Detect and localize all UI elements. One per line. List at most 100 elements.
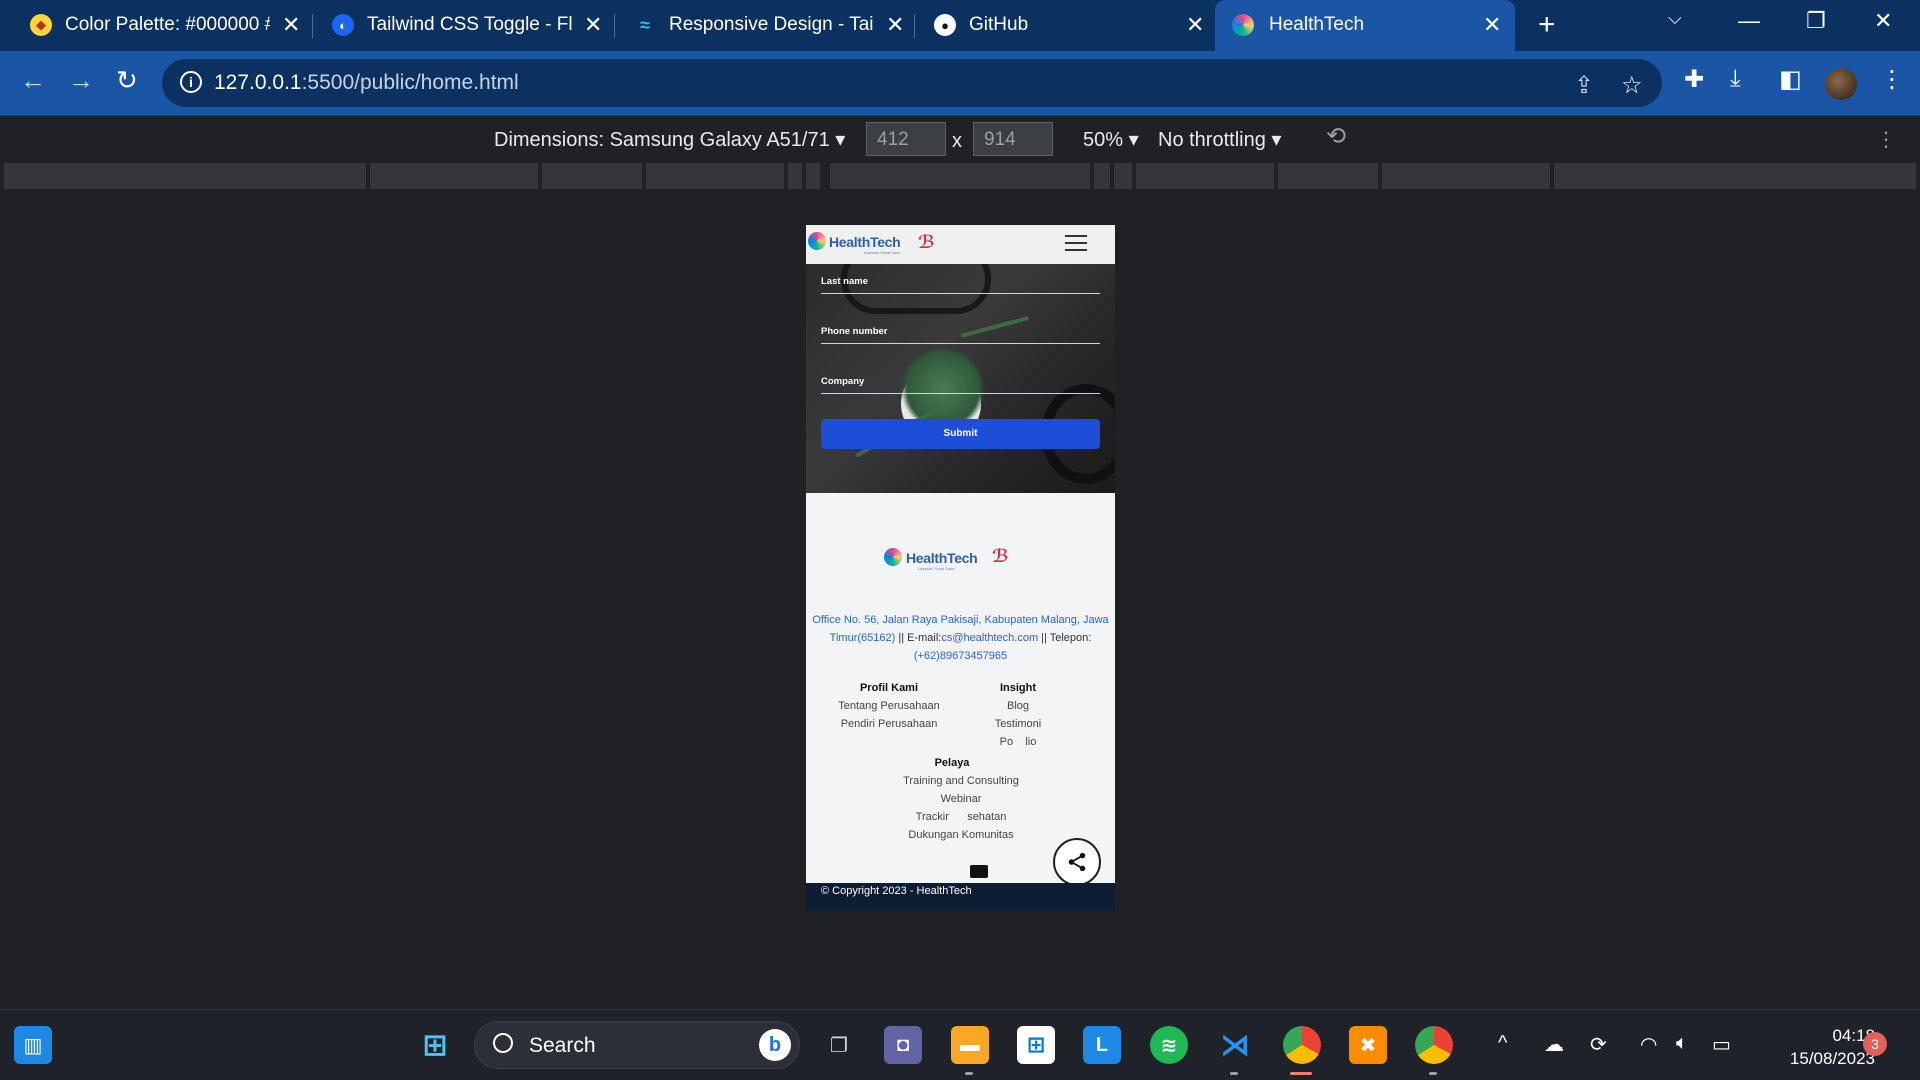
footer-link[interactable]: Tentang Perusahaan — [824, 697, 954, 715]
footer-link[interactable]: Po lio — [978, 733, 1058, 751]
viewport-height-input[interactable]: 914 — [973, 122, 1053, 156]
close-tab-icon[interactable]: ✕ — [1483, 12, 1501, 38]
system-clock[interactable]: 04:18 15/08/2023 — [1755, 1024, 1875, 1070]
site-info-icon[interactable]: i — [180, 71, 202, 93]
brand-name[interactable]: HealthTech — [829, 234, 901, 250]
footer-link[interactable]: Training and Consulting — [876, 772, 1046, 790]
footer-column-pelayanan: Pelaya Training and Consulting Webinar T… — [876, 754, 1046, 844]
media-query-segment[interactable] — [4, 163, 366, 189]
email-link[interactable]: cs@healthtech.com — [941, 632, 1038, 644]
show-hidden-icons-chevron[interactable]: ^ — [1498, 1032, 1507, 1055]
battery-icon[interactable]: ▭ — [1712, 1032, 1731, 1057]
footer-brand-name[interactable]: HealthTech — [906, 550, 978, 566]
healthtech-logo-icon[interactable] — [808, 232, 826, 250]
throttling-dropdown[interactable]: No throttling ▾ — [1158, 127, 1281, 152]
onedrive-cloud-icon[interactable]: ☁ — [1544, 1032, 1564, 1057]
xampp-icon[interactable]: ✖ — [1349, 1026, 1387, 1064]
share-page-icon[interactable]: ⇪ — [1574, 71, 1594, 100]
site-footer: HealthTech Layanan Tepat Sasa ℬ Office N… — [806, 493, 1115, 883]
throttling-value: No throttling — [1158, 129, 1266, 151]
restore-icon[interactable]: ❐ — [1806, 8, 1826, 34]
device-toolbar: Dimensions: Samsung Galaxy A51/71 ▾ 412 … — [0, 115, 1920, 161]
media-query-segment[interactable] — [1382, 163, 1550, 189]
rotate-device-icon[interactable]: ⟲ — [1326, 122, 1346, 151]
side-panel-icon[interactable]: ◧ — [1779, 65, 1802, 94]
share-toggle-button[interactable] — [1053, 838, 1101, 886]
media-query-segment[interactable] — [830, 163, 1090, 189]
last-name-field[interactable]: Last name — [821, 276, 1100, 294]
wifi-icon[interactable]: ◠ — [1640, 1032, 1657, 1057]
extensions-puzzle-icon[interactable]: ✚ — [1684, 65, 1704, 94]
file-explorer-icon[interactable]: ▬ — [951, 1026, 989, 1064]
tab-healthtech[interactable]: HealthTech ✕ — [1215, 0, 1515, 51]
footer-link[interactable]: Blog — [978, 697, 1058, 715]
media-query-segment[interactable] — [1278, 163, 1378, 189]
tab-tailwind-toggle[interactable]: ◐ Tailwind CSS Toggle - Flov ✕ — [302, 0, 612, 51]
phone-number-field[interactable]: Phone number — [821, 326, 1100, 344]
volume-muted-icon[interactable]: 🔈︎ — [1676, 1032, 1688, 1055]
spotify-icon[interactable]: ≋ — [1150, 1026, 1188, 1064]
media-query-segment[interactable] — [1554, 163, 1916, 189]
footer-link[interactable]: Trackir sehatan — [876, 808, 1046, 826]
tab-search-chevron-icon[interactable]: ⌵ — [1668, 8, 1682, 29]
close-tab-icon[interactable]: ✕ — [282, 12, 300, 38]
media-query-segment[interactable] — [646, 163, 784, 189]
bing-icon[interactable]: b — [759, 1029, 791, 1061]
dimension-times: x — [952, 130, 962, 152]
microsoft-store-icon[interactable]: ⊞ — [1017, 1026, 1055, 1064]
close-tab-icon[interactable]: ✕ — [886, 12, 904, 38]
close-tab-icon[interactable]: ✕ — [1186, 12, 1204, 38]
tab-title: Responsive Design - Tailw — [669, 14, 874, 35]
footer-link[interactable]: Webinar — [876, 790, 1046, 808]
device-dimensions-dropdown[interactable]: Dimensions: Samsung Galaxy A51/71 ▾ — [494, 127, 845, 152]
minimize-icon[interactable]: — — [1738, 8, 1760, 34]
device-viewport: HealthTech Layanan Tepat Sasa ℬ Last nam… — [0, 191, 1920, 1009]
task-view-icon[interactable]: ❐ — [820, 1026, 858, 1064]
l-app-icon[interactable]: L — [1083, 1026, 1121, 1064]
phone-link[interactable]: (+62)89673457965 — [914, 650, 1007, 662]
tab-responsive-design[interactable]: ≈ Responsive Design - Tailw ✕ — [604, 0, 914, 51]
chrome-icon[interactable] — [1283, 1026, 1321, 1064]
media-query-segment[interactable] — [370, 163, 538, 189]
address-bar[interactable]: i 127.0.0.1:5500/public/home.html ⇪ ☆ — [162, 59, 1662, 107]
media-query-segment[interactable] — [788, 163, 802, 189]
footer-link[interactable]: Pendiri Perusahaan — [824, 715, 954, 733]
media-query-segment[interactable] — [1136, 163, 1274, 189]
close-tab-icon[interactable]: ✕ — [584, 12, 602, 38]
browser-tab-strip: ◆ Color Palette: #000000 #4 ✕ ◐ Tailwind… — [0, 0, 1920, 51]
footer-logo-icon[interactable] — [884, 548, 902, 566]
sync-icon[interactable]: ⟳ — [1590, 1032, 1607, 1057]
media-query-segment[interactable] — [1094, 163, 1110, 189]
media-query-segment[interactable] — [1114, 163, 1132, 189]
browser-menu-icon[interactable]: ⋮ — [1880, 65, 1904, 94]
reload-icon[interactable]: ↻ — [116, 65, 138, 96]
email-share-icon[interactable] — [970, 865, 988, 878]
new-tab-plus-icon[interactable]: + — [1538, 8, 1556, 42]
tab-color-palette[interactable]: ◆ Color Palette: #000000 #4 ✕ — [0, 0, 310, 51]
hamburger-menu-icon[interactable] — [1065, 235, 1087, 253]
footer-link[interactable]: Dukungan Komunitas — [876, 826, 1046, 844]
media-query-segment[interactable] — [806, 163, 820, 189]
forward-arrow-icon[interactable]: → — [68, 65, 94, 96]
tab-github[interactable]: ● GitHub ✕ — [904, 0, 1214, 51]
bookmark-star-icon[interactable]: ☆ — [1621, 71, 1643, 100]
teams-chat-icon[interactable]: ◘ — [884, 1026, 922, 1064]
device-toolbar-more-icon[interactable]: ⋮ — [1876, 127, 1896, 152]
url-text[interactable]: 127.0.0.1:5500/public/home.html — [214, 71, 519, 95]
chrome-profile-icon[interactable] — [1415, 1026, 1453, 1064]
notification-badge[interactable]: 3 — [1863, 1032, 1887, 1056]
viewport-width-input[interactable]: 412 — [866, 122, 946, 156]
profile-avatar[interactable] — [1825, 68, 1857, 100]
company-field[interactable]: Company — [821, 376, 1100, 394]
media-query-segment[interactable] — [542, 163, 642, 189]
taskbar-search[interactable]: Search b — [474, 1021, 800, 1069]
start-windows-icon[interactable]: ⊞ — [416, 1026, 454, 1064]
widgets-icon[interactable]: ▥ — [14, 1026, 52, 1064]
zoom-dropdown[interactable]: 50% ▾ — [1083, 127, 1139, 152]
footer-link[interactable]: Testimoni — [978, 715, 1058, 733]
download-icon[interactable]: ⤓ — [1730, 65, 1741, 93]
back-arrow-icon[interactable]: ← — [20, 65, 46, 96]
close-window-icon[interactable]: ✕ — [1874, 8, 1892, 34]
vscode-icon[interactable]: ⋊ — [1216, 1026, 1254, 1064]
submit-button[interactable]: Submit — [821, 419, 1100, 449]
